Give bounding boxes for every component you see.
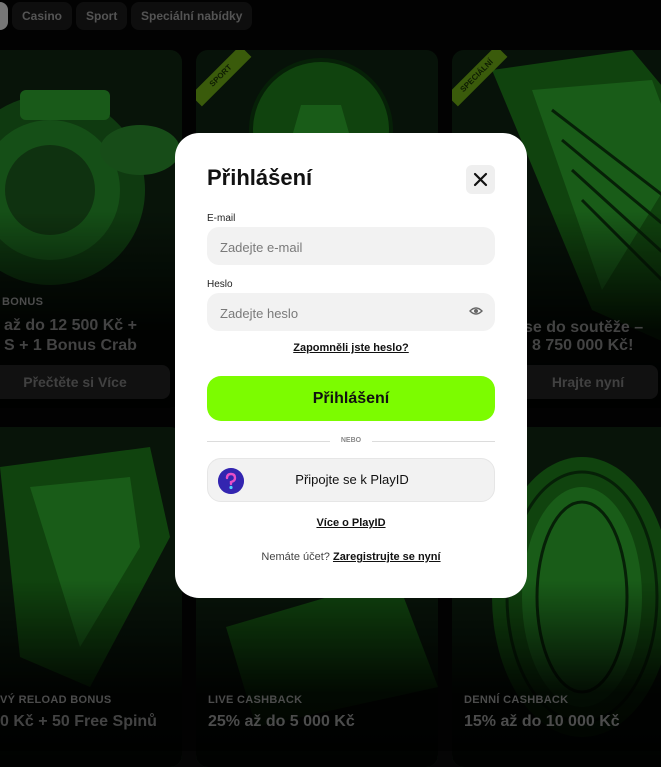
forgot-password-link[interactable]: Zapomněli jste heslo? (175, 342, 527, 354)
no-account-text: Nemáte účet? (261, 551, 330, 563)
email-label: E-mail (207, 213, 236, 224)
register-link[interactable]: Zaregistrujte se nyní (333, 551, 441, 563)
close-icon (473, 172, 488, 187)
login-button[interactable]: Přihlášení (207, 376, 495, 421)
password-field-wrapper (207, 293, 495, 333)
or-divider: NEBO (207, 435, 495, 447)
eye-icon[interactable] (469, 306, 483, 316)
register-row: Nemáte účet? Zaregistrujte se nyní (175, 551, 527, 563)
email-field-wrapper (207, 227, 495, 267)
more-about-playid-link[interactable]: Více o PlayID (175, 517, 527, 529)
divider-line-right (372, 441, 495, 442)
password-label: Heslo (207, 279, 233, 290)
login-modal: Přihlášení E-mail Heslo Zapomněli jste h… (175, 133, 527, 598)
playid-button-label: Připojte se k PlayID (295, 472, 409, 487)
close-button[interactable] (466, 165, 495, 194)
email-input[interactable] (218, 227, 459, 267)
modal-title: Přihlášení (207, 165, 313, 190)
password-input[interactable] (218, 293, 459, 333)
playid-button[interactable]: Připojte se k PlayID (207, 458, 495, 502)
